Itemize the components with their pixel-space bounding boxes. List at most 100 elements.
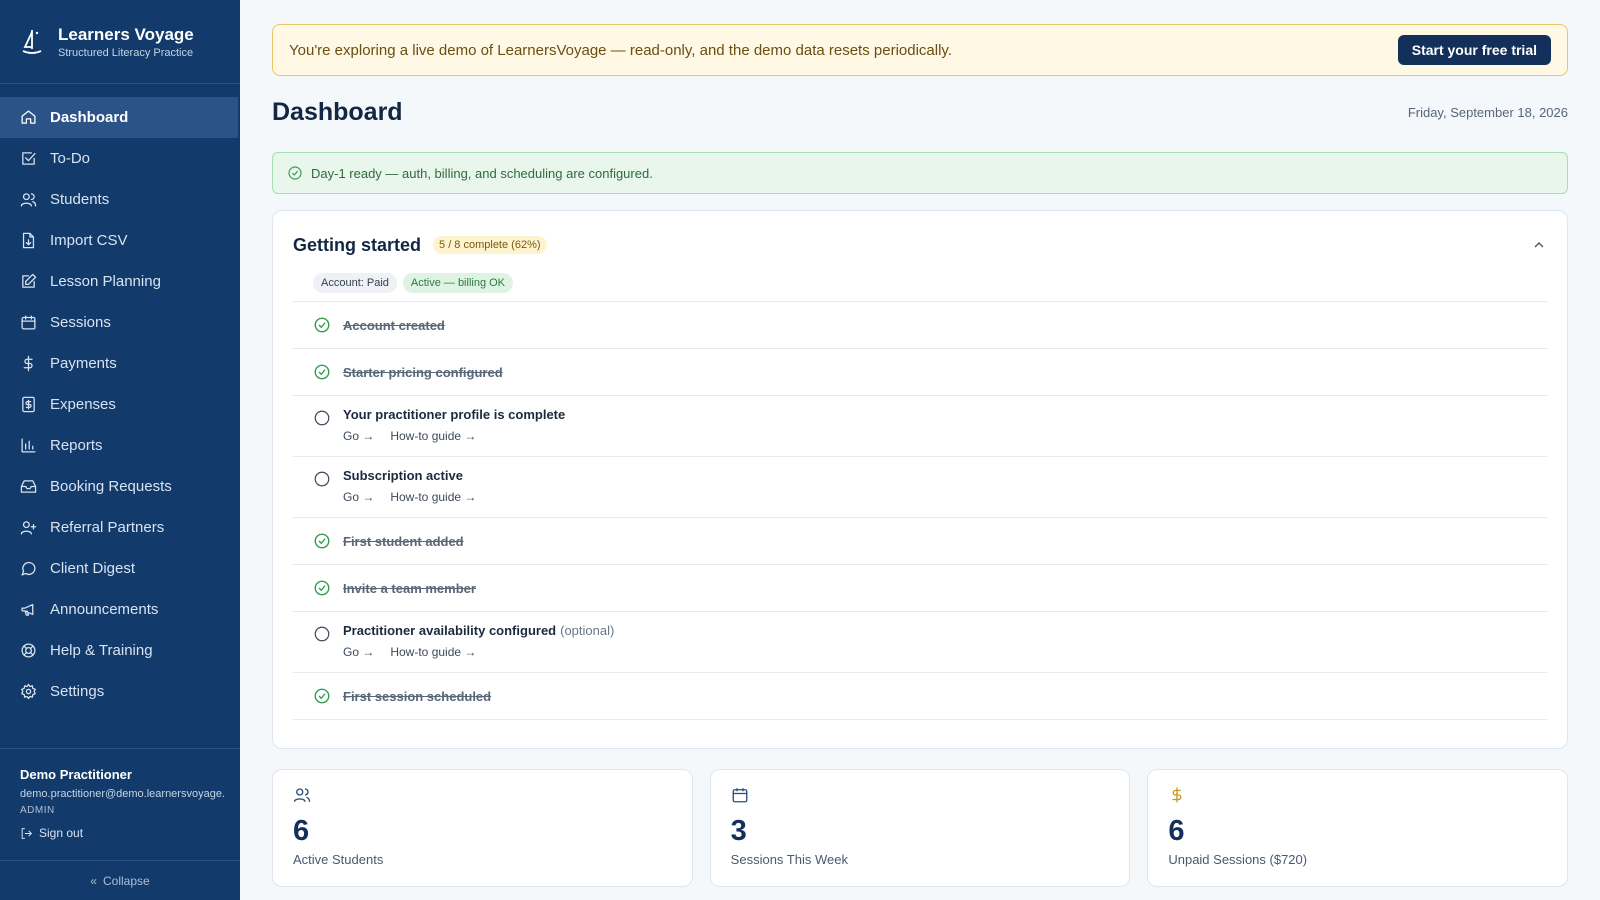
edit-icon <box>22 273 37 288</box>
chevrons-left-icon: « <box>90 873 97 888</box>
sidebar-item-students[interactable]: Students <box>0 179 240 220</box>
sidebar-item-label: Dashboard <box>50 109 129 126</box>
task-label: Account created <box>343 317 445 333</box>
ready-banner: Day-1 ready — auth, billing, and schedul… <box>272 152 1568 194</box>
task-label-text: Practitioner availability configured <box>343 623 557 638</box>
collapse-sidebar-button[interactable]: « Collapse <box>0 860 240 900</box>
sidebar-item-todo[interactable]: To-Do <box>0 138 240 179</box>
task-item: First session scheduled <box>293 673 1547 720</box>
sidebar-item-referral-partners[interactable]: Referral Partners <box>0 507 240 548</box>
demo-banner-text: You're exploring a live demo of Learners… <box>289 41 952 59</box>
user-role: ADMIN <box>20 805 55 816</box>
sidebar-item-label: Lesson Planning <box>50 273 161 290</box>
empty-circle-icon <box>314 471 330 487</box>
sidebar-item-label: Referral Partners <box>50 519 165 536</box>
empty-circle-icon <box>314 626 330 642</box>
calendar-icon <box>732 788 748 803</box>
sidebar-item-dashboard[interactable]: Dashboard <box>0 97 238 138</box>
inbox-icon <box>20 480 37 493</box>
lifebuoy-icon <box>21 643 36 658</box>
task-item: Starter pricing configured <box>293 349 1547 396</box>
sidebar-item-sessions[interactable]: Sessions <box>0 302 240 343</box>
brand[interactable]: Learners Voyage Structured Literacy Prac… <box>0 0 240 84</box>
task-label: First student added <box>343 533 464 549</box>
task-label: Your practitioner profile is complete <box>343 407 566 422</box>
stat-card-unpaid-sessions[interactable]: 6 Unpaid Sessions ($720) <box>1147 769 1569 887</box>
sidebar-item-reports[interactable]: Reports <box>0 425 240 466</box>
start-free-trial-button[interactable]: Start your free trial <box>1397 35 1551 65</box>
sidebar-item-label: Help & Training <box>50 642 153 659</box>
sidebar-item-label: Payments <box>50 355 117 372</box>
sidebar-item-lesson-planning[interactable]: Lesson Planning <box>0 261 240 302</box>
sidebar-item-label: To-Do <box>50 150 91 167</box>
collapse-label: Collapse <box>102 873 150 888</box>
how-to-guide-link[interactable]: How-to guide → <box>390 490 476 504</box>
sidebar-item-label: Students <box>50 191 110 208</box>
sidebar-item-settings[interactable]: Settings <box>0 671 240 712</box>
go-link[interactable]: Go → <box>343 429 374 443</box>
task-label: Invite a team member <box>343 580 476 596</box>
task-item: Account created <box>293 302 1547 349</box>
sign-out-button[interactable]: Sign out <box>20 826 220 840</box>
user-block: Demo Practitioner demo.practitioner@demo… <box>0 748 240 840</box>
stat-card-sessions-this-week[interactable]: 3 Sessions This Week <box>709 769 1131 887</box>
sidebar-item-label: Settings <box>50 683 105 700</box>
checkbox-icon <box>22 152 36 165</box>
task-label: Starter pricing configured <box>343 364 503 380</box>
sidebar-item-expenses[interactable]: Expenses <box>0 384 240 425</box>
ready-banner-text: Day-1 ready — auth, billing, and schedul… <box>311 165 653 181</box>
message-icon <box>21 561 36 576</box>
file-import-icon <box>22 232 35 249</box>
task-list: Account created Starter pricing configur… <box>293 301 1547 720</box>
sidebar-item-help-training[interactable]: Help & Training <box>0 630 240 671</box>
check-circle-icon <box>314 688 330 704</box>
sidebar-item-label: Announcements <box>50 601 159 618</box>
user-name: Demo Practitioner <box>20 767 132 782</box>
optional-tag: (optional) <box>560 623 615 638</box>
sailboat-logo-icon <box>22 29 42 54</box>
main-content: You're exploring a live demo of Learners… <box>272 24 1569 887</box>
stats-row: 6 Active Students 3 Sessions This Week 6… <box>272 769 1569 887</box>
empty-circle-icon <box>314 410 330 426</box>
stat-value: 6 <box>1168 815 1185 847</box>
sidebar-item-client-digest[interactable]: Client Digest <box>0 548 240 589</box>
check-circle-icon <box>314 317 330 333</box>
go-link[interactable]: Go → <box>343 645 374 659</box>
stat-card-active-students[interactable]: 6 Active Students <box>272 769 693 887</box>
status-pills: Account: Paid Active — billing OK <box>313 273 1547 293</box>
sidebar-nav: Dashboard To-Do Students Import CSV Less… <box>0 84 240 712</box>
page-date: Friday, September 18, 2026 <box>1407 104 1568 120</box>
user-plus-icon <box>20 521 37 535</box>
stat-label: Sessions This Week <box>730 852 848 867</box>
sidebar-item-import-csv[interactable]: Import CSV <box>0 220 240 261</box>
stat-value: 3 <box>730 815 747 847</box>
sidebar-item-label: Reports <box>50 437 103 454</box>
user-email: demo.practitioner@demo.learnersvoyage. <box>20 788 225 800</box>
home-icon <box>21 110 36 124</box>
check-circle-icon <box>314 533 330 549</box>
progress-badge: 5 / 8 complete (62%) <box>433 236 547 254</box>
task-links: Go → How-to guide → <box>343 429 565 443</box>
sidebar-item-booking-requests[interactable]: Booking Requests <box>0 466 240 507</box>
check-circle-icon <box>314 364 330 380</box>
sidebar-item-payments[interactable]: Payments <box>0 343 240 384</box>
title-row: Dashboard Friday, September 18, 2026 <box>272 96 1568 128</box>
sidebar-item-announcements[interactable]: Announcements <box>0 589 240 630</box>
chevron-up-icon[interactable] <box>1531 237 1547 253</box>
task-label: Subscription active <box>343 468 463 483</box>
task-item: Invite a team member <box>293 565 1547 612</box>
users-icon <box>20 193 37 207</box>
task-label: Practitioner availability configured (opt… <box>343 623 614 638</box>
how-to-guide-link[interactable]: How-to guide → <box>390 429 476 443</box>
sidebar-item-label: Import CSV <box>50 232 128 249</box>
task-item: First student added <box>293 518 1547 565</box>
go-link[interactable]: Go → <box>343 490 374 504</box>
receipt-icon <box>22 396 35 413</box>
billing-status-badge: Active — billing OK <box>402 273 514 293</box>
how-to-guide-link[interactable]: How-to guide → <box>390 645 476 659</box>
bar-chart-icon <box>21 438 36 453</box>
stat-value: 6 <box>293 815 310 847</box>
sidebar-item-label: Expenses <box>50 396 116 413</box>
getting-started-title: Getting started <box>293 234 422 255</box>
demo-banner: You're exploring a live demo of Learners… <box>272 24 1568 76</box>
